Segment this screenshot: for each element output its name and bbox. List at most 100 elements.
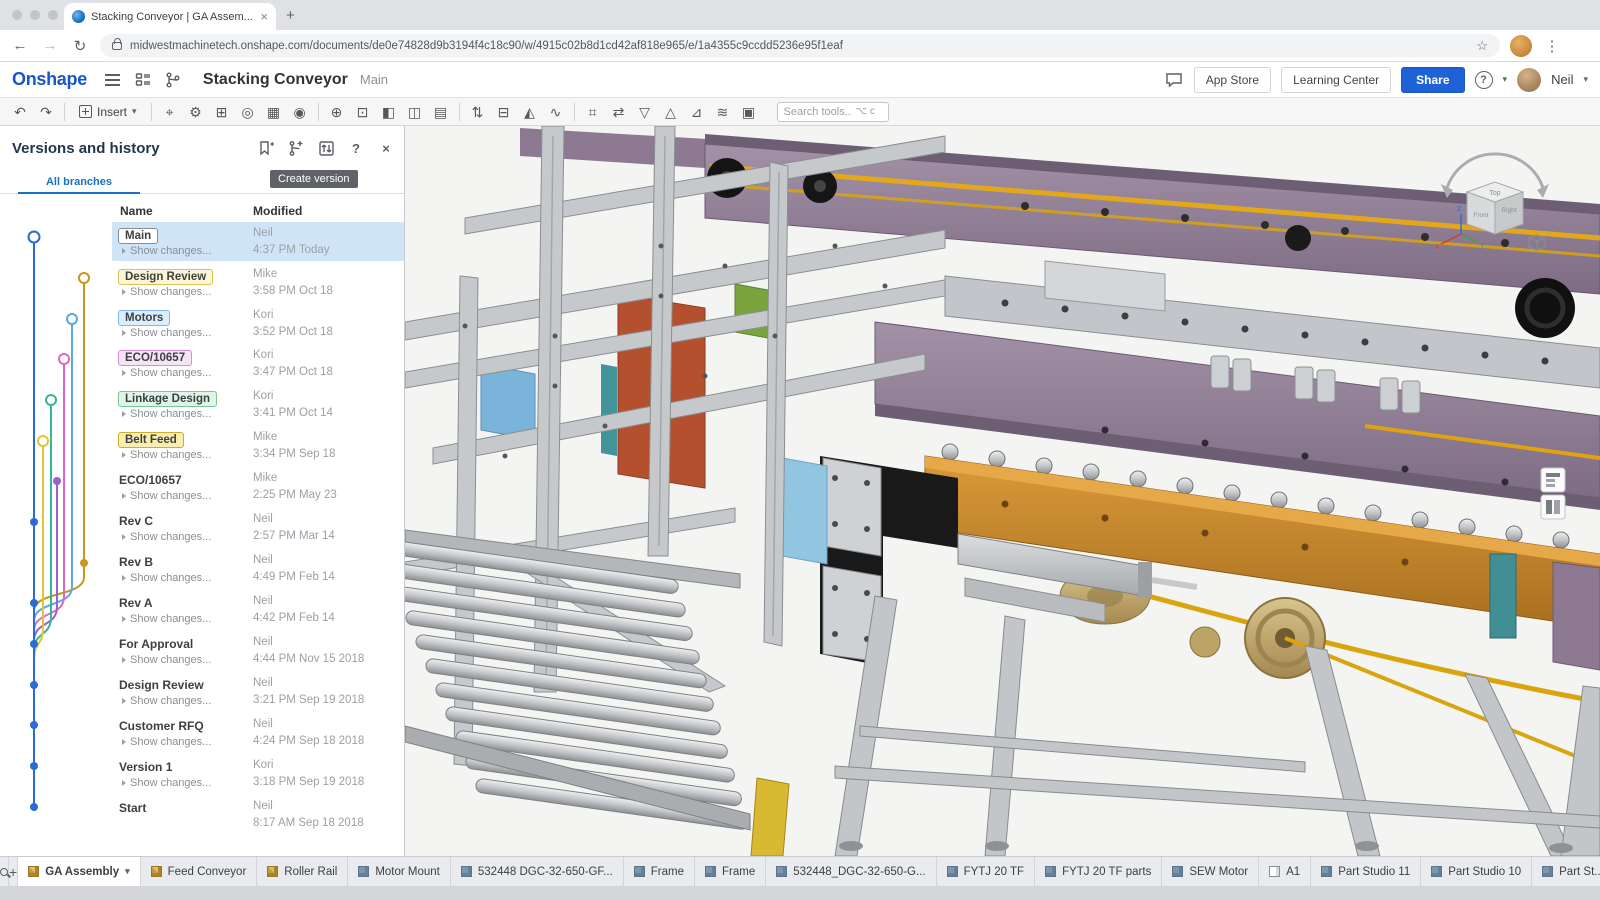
- window-close-button[interactable]: [12, 10, 22, 20]
- part-pattern-icon[interactable]: ⊡: [351, 99, 375, 125]
- version-badge[interactable]: Main: [118, 228, 158, 244]
- fastened-mate-icon[interactable]: ⚙: [184, 99, 208, 125]
- version-row[interactable]: Customer RFQ Show changes... Neil 4:24 P…: [0, 716, 404, 757]
- show-changes-link[interactable]: Show changes...: [122, 613, 211, 625]
- show-changes-link[interactable]: Show changes...: [122, 449, 211, 461]
- tool-search-box[interactable]: ⌥ c: [777, 102, 889, 122]
- show-changes-link[interactable]: Show changes...: [122, 654, 211, 666]
- display-states-icon[interactable]: ◧: [377, 99, 401, 125]
- section-view-icon[interactable]: ◭: [518, 99, 542, 125]
- show-changes-link[interactable]: Show changes...: [122, 367, 211, 379]
- version-name[interactable]: Rev B: [118, 553, 154, 571]
- site-security-icon[interactable]: [112, 42, 122, 50]
- group-icon[interactable]: ⊞: [210, 99, 234, 125]
- version-name[interactable]: For Approval: [118, 635, 194, 653]
- replicate-icon[interactable]: ⊕: [325, 99, 349, 125]
- version-row[interactable]: Start Neil 8:17 AM Sep 18 2018: [0, 798, 404, 839]
- forward-icon[interactable]: →: [40, 37, 60, 54]
- version-row[interactable]: Belt Feed Show changes... Mike 3:34 PM S…: [0, 429, 404, 470]
- show-changes-link[interactable]: Show changes...: [122, 695, 211, 707]
- sheet-metal-icon[interactable]: ▽: [633, 99, 657, 125]
- frame-tool-icon[interactable]: △: [659, 99, 683, 125]
- show-changes-link[interactable]: Show changes...: [122, 736, 211, 748]
- element-tab-part-studio-11[interactable]: Part Studio 11: [1311, 857, 1421, 886]
- element-tab-532448[interactable]: 532448 DGC-32-650-GF...: [451, 857, 624, 886]
- version-row[interactable]: Linkage Design Show changes... Kori 3:41…: [0, 388, 404, 429]
- help-icon[interactable]: ?: [1475, 71, 1493, 89]
- version-name[interactable]: Start: [118, 799, 147, 817]
- element-tab-532448-2[interactable]: 532448_DGC-32-650-G...: [766, 857, 936, 886]
- element-tab-ga-assembly[interactable]: GA Assembly ▾: [18, 856, 140, 886]
- tab-all-branches[interactable]: All branches: [18, 172, 140, 194]
- element-tab-feed-conveyor[interactable]: Feed Conveyor: [141, 857, 258, 886]
- mass-properties-icon[interactable]: ⌗: [581, 99, 605, 125]
- show-changes-link[interactable]: Show changes...: [122, 327, 211, 339]
- create-branch-icon[interactable]: [286, 138, 306, 158]
- bookmark-star-icon[interactable]: ☆: [1476, 38, 1488, 54]
- version-row[interactable]: Design Review Show changes... Neil 3:21 …: [0, 675, 404, 716]
- show-changes-link[interactable]: Show changes...: [122, 408, 211, 420]
- onshape-logo[interactable]: Onshape: [12, 69, 87, 90]
- show-changes-link[interactable]: Show changes...: [122, 286, 211, 298]
- version-row[interactable]: Rev B Show changes... Neil 4:49 PM Feb 1…: [0, 552, 404, 593]
- document-panel-icon[interactable]: [133, 70, 153, 90]
- version-row-main[interactable]: Main Show changes... Neil 4:37 PM Today: [0, 225, 404, 266]
- element-tab-roller-rail[interactable]: Roller Rail: [257, 857, 348, 886]
- version-name[interactable]: Version 1: [118, 758, 173, 776]
- version-name[interactable]: Customer RFQ: [118, 717, 205, 735]
- tab-search-button[interactable]: [0, 857, 9, 886]
- element-tab-motor-mount[interactable]: Motor Mount: [348, 857, 451, 886]
- panel-help-icon[interactable]: ?: [346, 138, 366, 158]
- element-tab-frame-2[interactable]: Frame: [695, 857, 766, 886]
- element-tab-fytj-20-tf-parts[interactable]: FYTJ 20 TF parts: [1035, 857, 1162, 886]
- mate-icon[interactable]: ⌖: [158, 99, 182, 125]
- explode-view-icon[interactable]: ⇅: [466, 99, 490, 125]
- back-icon[interactable]: ←: [10, 37, 30, 54]
- right-dock-toggle-bottom[interactable]: [1541, 495, 1565, 519]
- version-badge[interactable]: Belt Feed: [118, 432, 184, 448]
- new-tab-button[interactable]: +: [286, 7, 295, 24]
- right-dock-toggle-top[interactable]: [1541, 468, 1565, 492]
- app-store-button[interactable]: App Store: [1194, 67, 1271, 93]
- user-avatar[interactable]: [1517, 68, 1541, 92]
- main-menu-icon[interactable]: [103, 70, 123, 90]
- version-row[interactable]: Version 1 Show changes... Kori 3:18 PM S…: [0, 757, 404, 798]
- version-name[interactable]: ECO/10657: [118, 471, 183, 489]
- versions-history-icon[interactable]: [163, 70, 183, 90]
- simulation-icon[interactable]: ≋: [711, 99, 735, 125]
- show-changes-link[interactable]: Show changes...: [122, 531, 211, 543]
- tab-close-icon[interactable]: ×: [260, 10, 268, 23]
- named-positions-icon[interactable]: ⊟: [492, 99, 516, 125]
- element-tab-part-st[interactable]: Part St...: [1532, 857, 1600, 886]
- 3d-viewport[interactable]: Top Front Right X Z Y: [405, 126, 1600, 856]
- version-row[interactable]: Motors Show changes... Kori 3:52 PM Oct …: [0, 307, 404, 348]
- draft-analysis-icon[interactable]: ⊿: [685, 99, 709, 125]
- version-badge[interactable]: Design Review: [118, 269, 213, 285]
- version-name[interactable]: Rev A: [118, 594, 154, 612]
- circular-pattern-icon[interactable]: ◉: [288, 99, 312, 125]
- help-caret-icon[interactable]: ▾: [1503, 74, 1508, 85]
- version-row[interactable]: Rev A Show changes... Neil 4:42 PM Feb 1…: [0, 593, 404, 634]
- workspace-name[interactable]: Main: [360, 72, 388, 87]
- window-zoom-button[interactable]: [48, 10, 58, 20]
- panel-close-icon[interactable]: ×: [376, 138, 396, 158]
- browser-tab[interactable]: Stacking Conveyor | GA Assem... ×: [64, 3, 276, 30]
- element-tab-a1[interactable]: A1: [1259, 857, 1311, 886]
- show-changes-link[interactable]: Show changes...: [122, 490, 211, 502]
- restore-compare-icon[interactable]: [316, 138, 336, 158]
- element-tab-part-studio-10[interactable]: Part Studio 10: [1421, 857, 1532, 886]
- add-element-button[interactable]: +: [9, 857, 18, 886]
- mate-connector-icon[interactable]: ◎: [236, 99, 260, 125]
- element-tab-fytj-20-tf[interactable]: FYTJ 20 TF: [937, 857, 1036, 886]
- browser-menu-icon[interactable]: ⋮: [1542, 37, 1562, 55]
- version-name[interactable]: Rev C: [118, 512, 154, 530]
- element-tab-frame-1[interactable]: Frame: [624, 857, 695, 886]
- show-changes-link[interactable]: Show changes...: [122, 572, 211, 584]
- version-row[interactable]: ECO/10657 Show changes... Mike 2:25 PM M…: [0, 470, 404, 511]
- version-badge[interactable]: Motors: [118, 310, 170, 326]
- version-row[interactable]: ECO/10657 Show changes... Kori 3:47 PM O…: [0, 347, 404, 388]
- comments-icon[interactable]: [1164, 70, 1184, 90]
- version-row[interactable]: For Approval Show changes... Neil 4:44 P…: [0, 634, 404, 675]
- tab-caret-icon[interactable]: ▾: [125, 866, 130, 877]
- measure-icon[interactable]: ∿: [544, 99, 568, 125]
